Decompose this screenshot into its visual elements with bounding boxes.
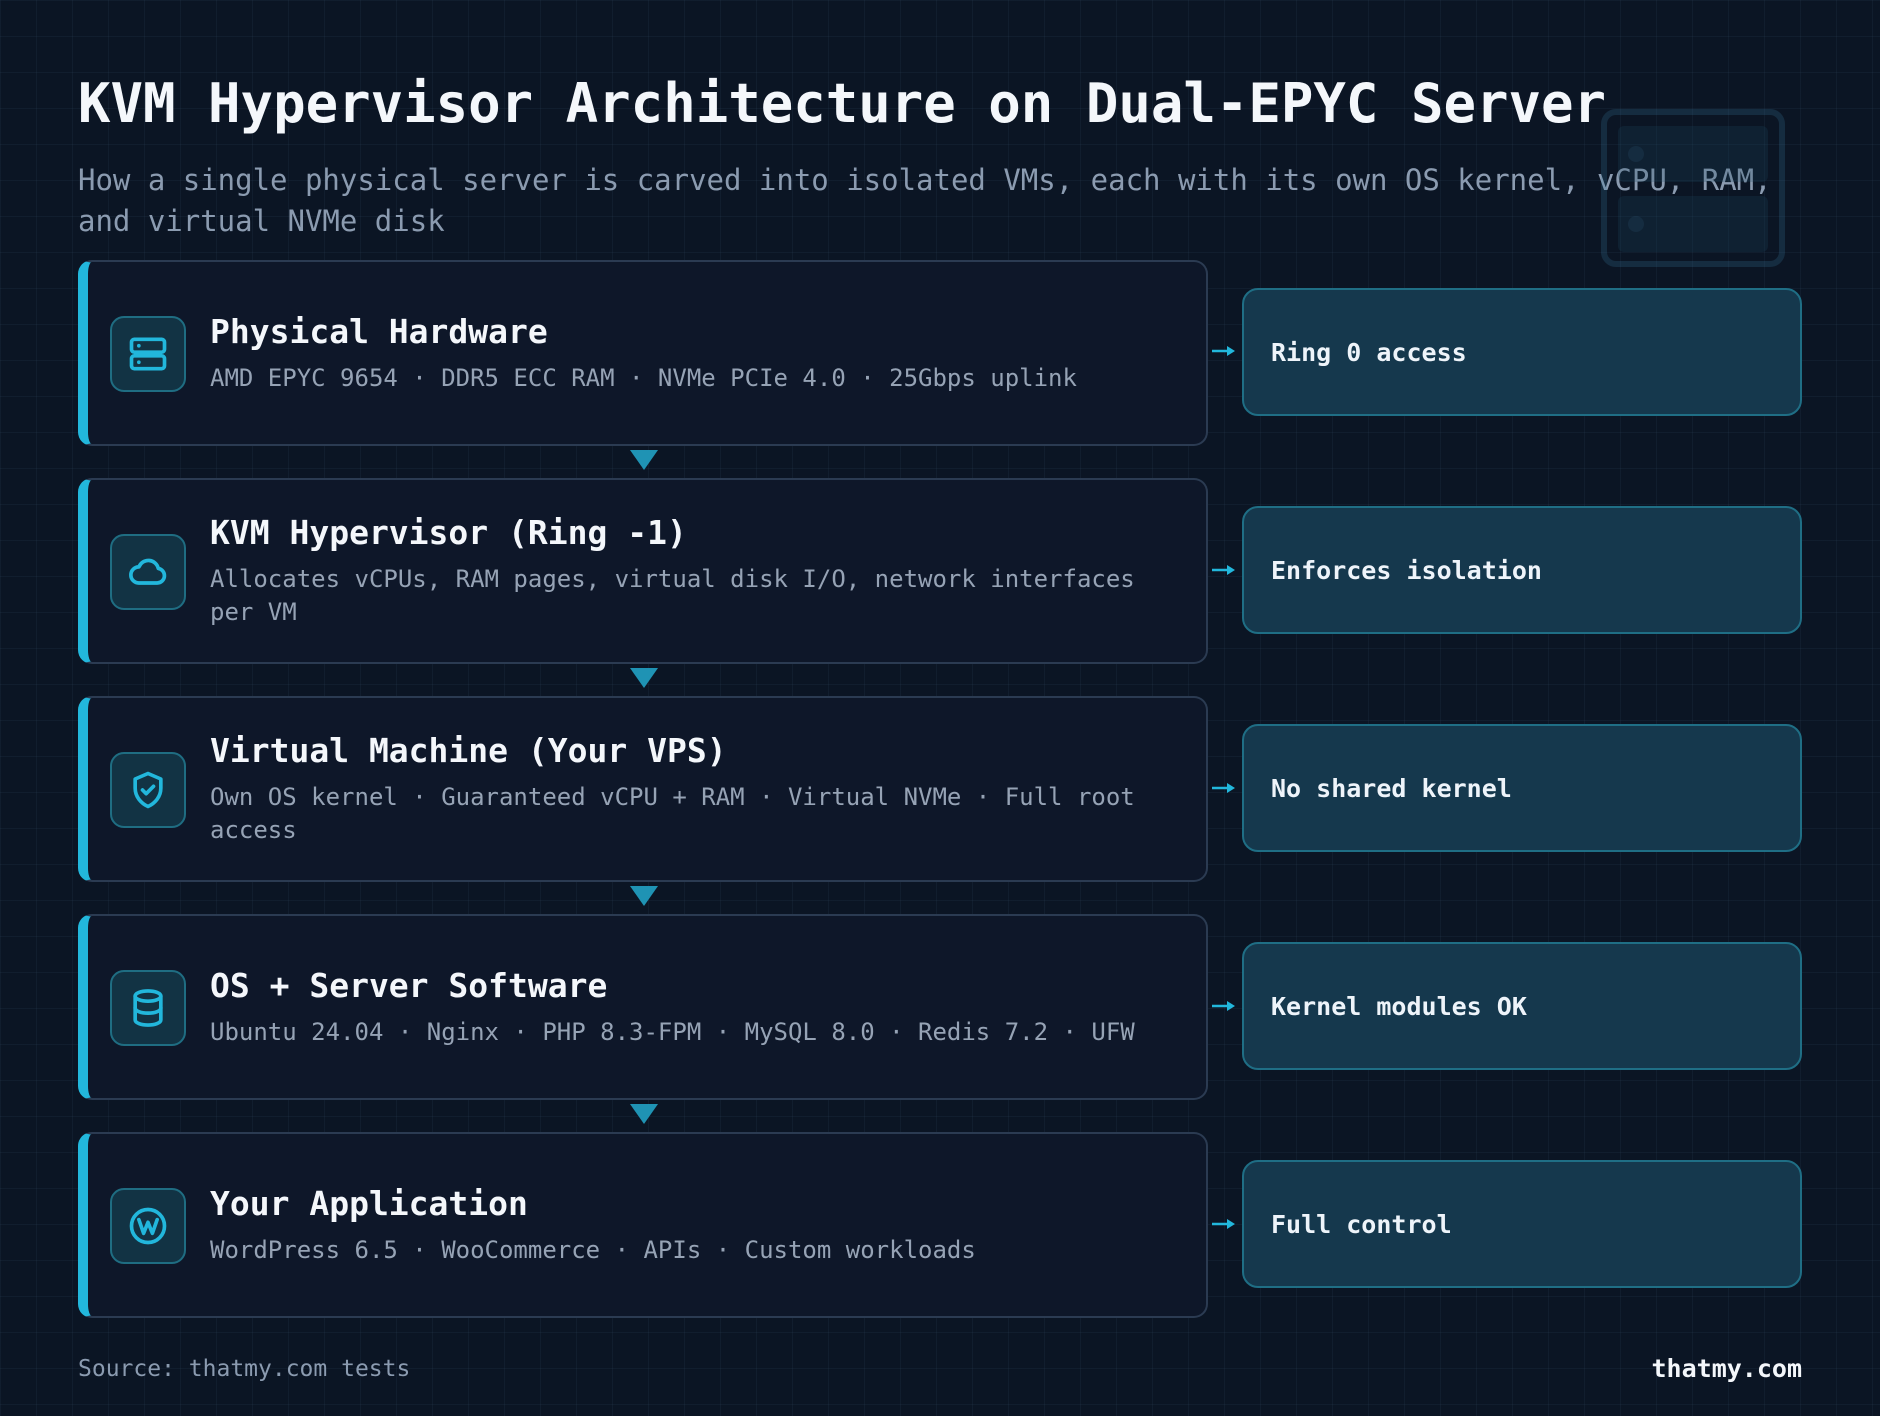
layer-title: Physical Hardware [210, 311, 548, 351]
layer-title: KVM Hypervisor (Ring -1) [210, 513, 687, 552]
down-arrow-icon [630, 1104, 658, 1124]
right-arrow-icon [1212, 1219, 1235, 1229]
shield-check-icon [110, 752, 186, 828]
layer-description: Ubuntu 24.04 · Nginx · PHP 8.3-FPM · MyS… [210, 1017, 1135, 1046]
layer-description: Allocates vCPUs, RAM pages, virtual disk… [210, 565, 1135, 626]
right-arrow-icon [1212, 346, 1235, 356]
right-arrow-icon [1212, 1001, 1235, 1011]
side-card-ring-0-access: Ring 0 access [1242, 288, 1802, 416]
layer-card-your-application: Your Application WordPress 6.5 · WooComm… [78, 1132, 1208, 1318]
side-card-full-control: Full control [1242, 1160, 1802, 1288]
layer-description: AMD EPYC 9654 · DDR5 ECC RAM · NVMe PCIe… [210, 363, 1077, 392]
side-card-enforces-isolation: Enforces isolation [1242, 506, 1802, 634]
footer-brand: thatmy.com [1651, 1354, 1802, 1383]
side-card-label: No shared kernel [1271, 773, 1512, 803]
right-arrow-icon [1212, 783, 1235, 793]
layer-description: Own OS kernel · Guaranteed vCPU + RAM · … [210, 783, 1135, 844]
side-card-label: Kernel modules OK [1271, 991, 1527, 1021]
side-card-label: Enforces isolation [1271, 555, 1542, 585]
layer-description: WordPress 6.5 · WooCommerce · APIs · Cus… [210, 1235, 976, 1264]
right-arrow-icon [1212, 565, 1235, 575]
side-card-kernel-modules-ok: Kernel modules OK [1242, 942, 1802, 1070]
wordpress-icon [110, 1188, 186, 1264]
side-card-label: Ring 0 access [1271, 337, 1467, 367]
layer-title: Virtual Machine (Your VPS) [210, 731, 727, 770]
database-icon [110, 970, 186, 1046]
server-icon [110, 316, 186, 392]
side-card-label: Full control [1271, 1209, 1452, 1239]
layer-card-os-server-software: OS + Server Software Ubuntu 24.04 · Ngin… [78, 914, 1208, 1100]
layer-card-virtual-machine: Virtual Machine (Your VPS) Own OS kernel… [78, 696, 1208, 882]
layer-card-kvm-hypervisor: KVM Hypervisor (Ring -1) Allocates vCPUs… [78, 478, 1208, 664]
down-arrow-icon [630, 886, 658, 906]
layer-card-physical-hardware: Physical Hardware AMD EPYC 9654 · DDR5 E… [78, 260, 1208, 446]
page-title: KVM Hypervisor Architecture on Dual-EPYC… [78, 72, 1607, 135]
cloud-icon [110, 534, 186, 610]
page-subtitle: How a single physical server is carved i… [78, 163, 1772, 238]
layer-title: Your Application [210, 1183, 528, 1223]
footer-source: Source: thatmy.com tests [78, 1356, 411, 1382]
down-arrow-icon [630, 668, 658, 688]
server-watermark-icon [1601, 109, 1785, 267]
layer-title: OS + Server Software [210, 965, 608, 1005]
side-card-no-shared-kernel: No shared kernel [1242, 724, 1802, 852]
down-arrow-icon [630, 450, 658, 470]
